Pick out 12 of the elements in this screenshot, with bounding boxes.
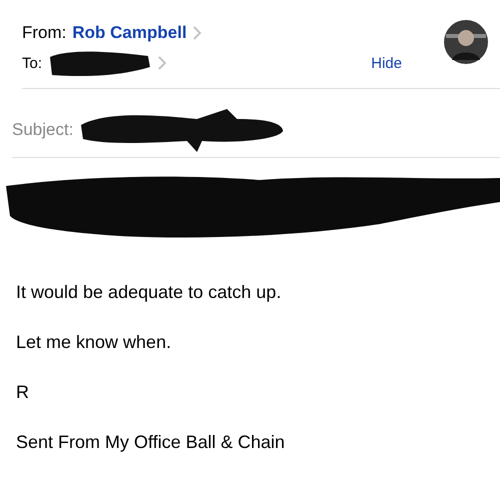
sender-name[interactable]: Rob Campbell xyxy=(72,23,187,43)
message-paragraph: R xyxy=(16,381,30,404)
chevron-icon xyxy=(158,56,166,70)
message-paragraph: Let me know when. xyxy=(16,331,172,354)
avatar xyxy=(444,20,488,64)
subject-label: Subject: xyxy=(12,120,74,140)
chevron-icon xyxy=(192,26,201,40)
message-paragraph: It would be adequate to catch up. xyxy=(16,281,282,304)
hide-link[interactable]: Hide xyxy=(371,54,402,72)
from-label: From: xyxy=(22,23,66,43)
message-paragraph: Sent From My Office Ball & Chain xyxy=(16,431,286,454)
to-label: To: xyxy=(22,54,42,72)
